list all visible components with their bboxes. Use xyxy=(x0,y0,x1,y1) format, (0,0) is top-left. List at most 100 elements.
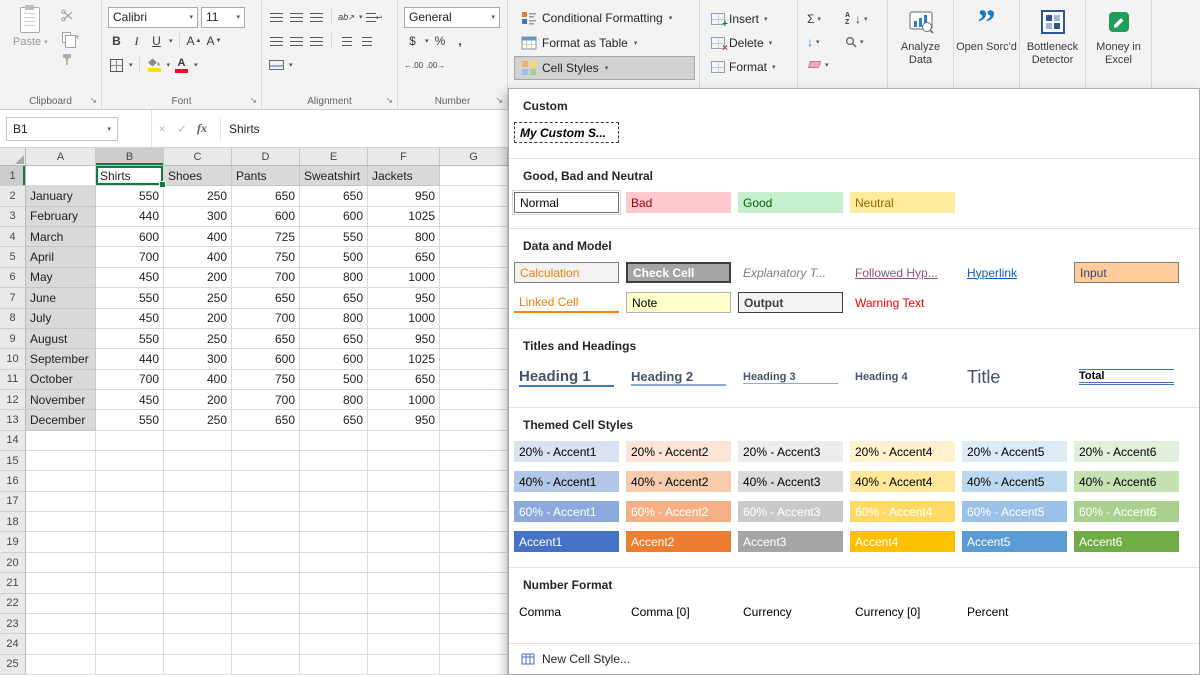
cell-G11[interactable] xyxy=(440,370,508,390)
sort-filter-button[interactable]: AZ↓▾ xyxy=(842,12,878,26)
cell-E24[interactable] xyxy=(300,634,368,654)
cell-E1[interactable]: Sweatshirt xyxy=(300,166,368,186)
cell-G18[interactable] xyxy=(440,512,508,532)
cell-F9[interactable]: 950 xyxy=(368,329,440,349)
cell-style-check-cell[interactable]: Check Cell xyxy=(626,262,731,283)
cell-A5[interactable]: April xyxy=(26,247,96,267)
cell-C2[interactable]: 250 xyxy=(164,186,232,206)
row-header-20[interactable]: 20 xyxy=(0,553,26,573)
cell-C11[interactable]: 400 xyxy=(164,370,232,390)
row-header-1[interactable]: 1 xyxy=(0,166,26,186)
number-dialog-launcher[interactable]: ↘ xyxy=(495,95,503,106)
cell-A17[interactable] xyxy=(26,492,96,512)
cell-G23[interactable] xyxy=(440,614,508,634)
increase-indent-button[interactable] xyxy=(358,32,375,50)
cell-E5[interactable]: 500 xyxy=(300,247,368,267)
row-header-16[interactable]: 16 xyxy=(0,471,26,491)
cell-A24[interactable] xyxy=(26,634,96,654)
percent-style-button[interactable]: % xyxy=(432,32,449,50)
cell-style-input[interactable]: Input xyxy=(1074,262,1179,283)
cell-style-good[interactable]: Good xyxy=(738,192,843,213)
cell-B10[interactable]: 440 xyxy=(96,349,164,369)
cell-D22[interactable] xyxy=(232,594,300,614)
find-select-button[interactable]: ▾ xyxy=(842,36,878,48)
cell-A16[interactable] xyxy=(26,471,96,491)
cell-A3[interactable]: February xyxy=(26,207,96,227)
merge-center-button[interactable] xyxy=(268,56,285,74)
fill-color-button[interactable] xyxy=(146,56,163,74)
cell-C18[interactable] xyxy=(164,512,232,532)
copy-button[interactable]: ▾ xyxy=(61,28,80,46)
column-header-F[interactable]: F xyxy=(368,148,440,166)
cell-C22[interactable] xyxy=(164,594,232,614)
cell-B15[interactable] xyxy=(96,451,164,471)
cell-style-40-accent1[interactable]: 40% - Accent1 xyxy=(514,471,619,492)
row-header-25[interactable]: 25 xyxy=(0,655,26,675)
cell-style-60-accent6[interactable]: 60% - Accent6 xyxy=(1074,501,1179,522)
format-as-table-button[interactable]: Format as Table ▾ xyxy=(514,31,695,55)
cell-E4[interactable]: 550 xyxy=(300,227,368,247)
cell-style-my-custom-s[interactable]: My Custom S... xyxy=(514,122,619,143)
cell-style-60-accent4[interactable]: 60% - Accent4 xyxy=(850,501,955,522)
row-header-18[interactable]: 18 xyxy=(0,512,26,532)
cell-C10[interactable]: 300 xyxy=(164,349,232,369)
cell-D10[interactable]: 600 xyxy=(232,349,300,369)
cell-style-accent6[interactable]: Accent6 xyxy=(1074,531,1179,552)
cell-D2[interactable]: 650 xyxy=(232,186,300,206)
cell-C13[interactable]: 250 xyxy=(164,410,232,430)
cell-G15[interactable] xyxy=(440,451,508,471)
cell-G25[interactable] xyxy=(440,655,508,675)
cell-style-heading-4[interactable]: Heading 4 xyxy=(850,362,955,392)
cell-A19[interactable] xyxy=(26,532,96,552)
cell-D4[interactable]: 725 xyxy=(232,227,300,247)
cell-D11[interactable]: 750 xyxy=(232,370,300,390)
cell-B9[interactable]: 550 xyxy=(96,329,164,349)
cell-B23[interactable] xyxy=(96,614,164,634)
row-header-5[interactable]: 5 xyxy=(0,247,26,267)
column-header-A[interactable]: A xyxy=(26,148,96,166)
cell-style-normal[interactable]: Normal xyxy=(514,192,619,213)
alignment-dialog-launcher[interactable]: ↘ xyxy=(385,95,393,106)
cell-G2[interactable] xyxy=(440,186,508,206)
cell-A13[interactable]: December xyxy=(26,410,96,430)
autosum-button[interactable]: Σ▾ xyxy=(804,12,842,26)
cell-style-60-accent2[interactable]: 60% - Accent2 xyxy=(626,501,731,522)
cell-style-accent4[interactable]: Accent4 xyxy=(850,531,955,552)
cell-G4[interactable] xyxy=(440,227,508,247)
insert-cells-button[interactable]: + Insert ▾ xyxy=(706,8,793,30)
cell-F13[interactable]: 950 xyxy=(368,410,440,430)
bold-button[interactable]: B xyxy=(108,32,125,50)
cell-B5[interactable]: 700 xyxy=(96,247,164,267)
cell-E3[interactable]: 600 xyxy=(300,207,368,227)
decrease-font-size-button[interactable]: A▼ xyxy=(206,32,223,50)
cell-F1[interactable]: Jackets xyxy=(368,166,440,186)
cancel-icon[interactable]: × xyxy=(152,122,172,136)
cell-style-total[interactable]: Total xyxy=(1074,362,1179,392)
column-header-B[interactable]: B xyxy=(96,148,164,166)
cell-G21[interactable] xyxy=(440,573,508,593)
row-header-6[interactable]: 6 xyxy=(0,268,26,288)
cell-F18[interactable] xyxy=(368,512,440,532)
cell-style-40-accent5[interactable]: 40% - Accent5 xyxy=(962,471,1067,492)
row-header-24[interactable]: 24 xyxy=(0,634,26,654)
cell-G7[interactable] xyxy=(440,288,508,308)
cell-styles-button[interactable]: Cell Styles ▾ xyxy=(514,56,695,80)
row-header-12[interactable]: 12 xyxy=(0,390,26,410)
wrap-text-button[interactable]: ↩ xyxy=(366,8,383,26)
cell-F6[interactable]: 1000 xyxy=(368,268,440,288)
cell-C14[interactable] xyxy=(164,431,232,451)
cell-C3[interactable]: 300 xyxy=(164,207,232,227)
cell-B22[interactable] xyxy=(96,594,164,614)
select-all-button[interactable] xyxy=(0,148,26,166)
cell-E16[interactable] xyxy=(300,471,368,491)
cell-style-comma-0[interactable]: Comma [0] xyxy=(626,601,731,622)
cell-B12[interactable]: 450 xyxy=(96,390,164,410)
cell-style-hyperlink[interactable]: Hyperlink xyxy=(962,262,1067,283)
cell-style-calculation[interactable]: Calculation xyxy=(514,262,619,283)
cell-F11[interactable]: 650 xyxy=(368,370,440,390)
cell-G3[interactable] xyxy=(440,207,508,227)
cell-C24[interactable] xyxy=(164,634,232,654)
cell-G20[interactable] xyxy=(440,553,508,573)
cell-F7[interactable]: 950 xyxy=(368,288,440,308)
cell-F23[interactable] xyxy=(368,614,440,634)
